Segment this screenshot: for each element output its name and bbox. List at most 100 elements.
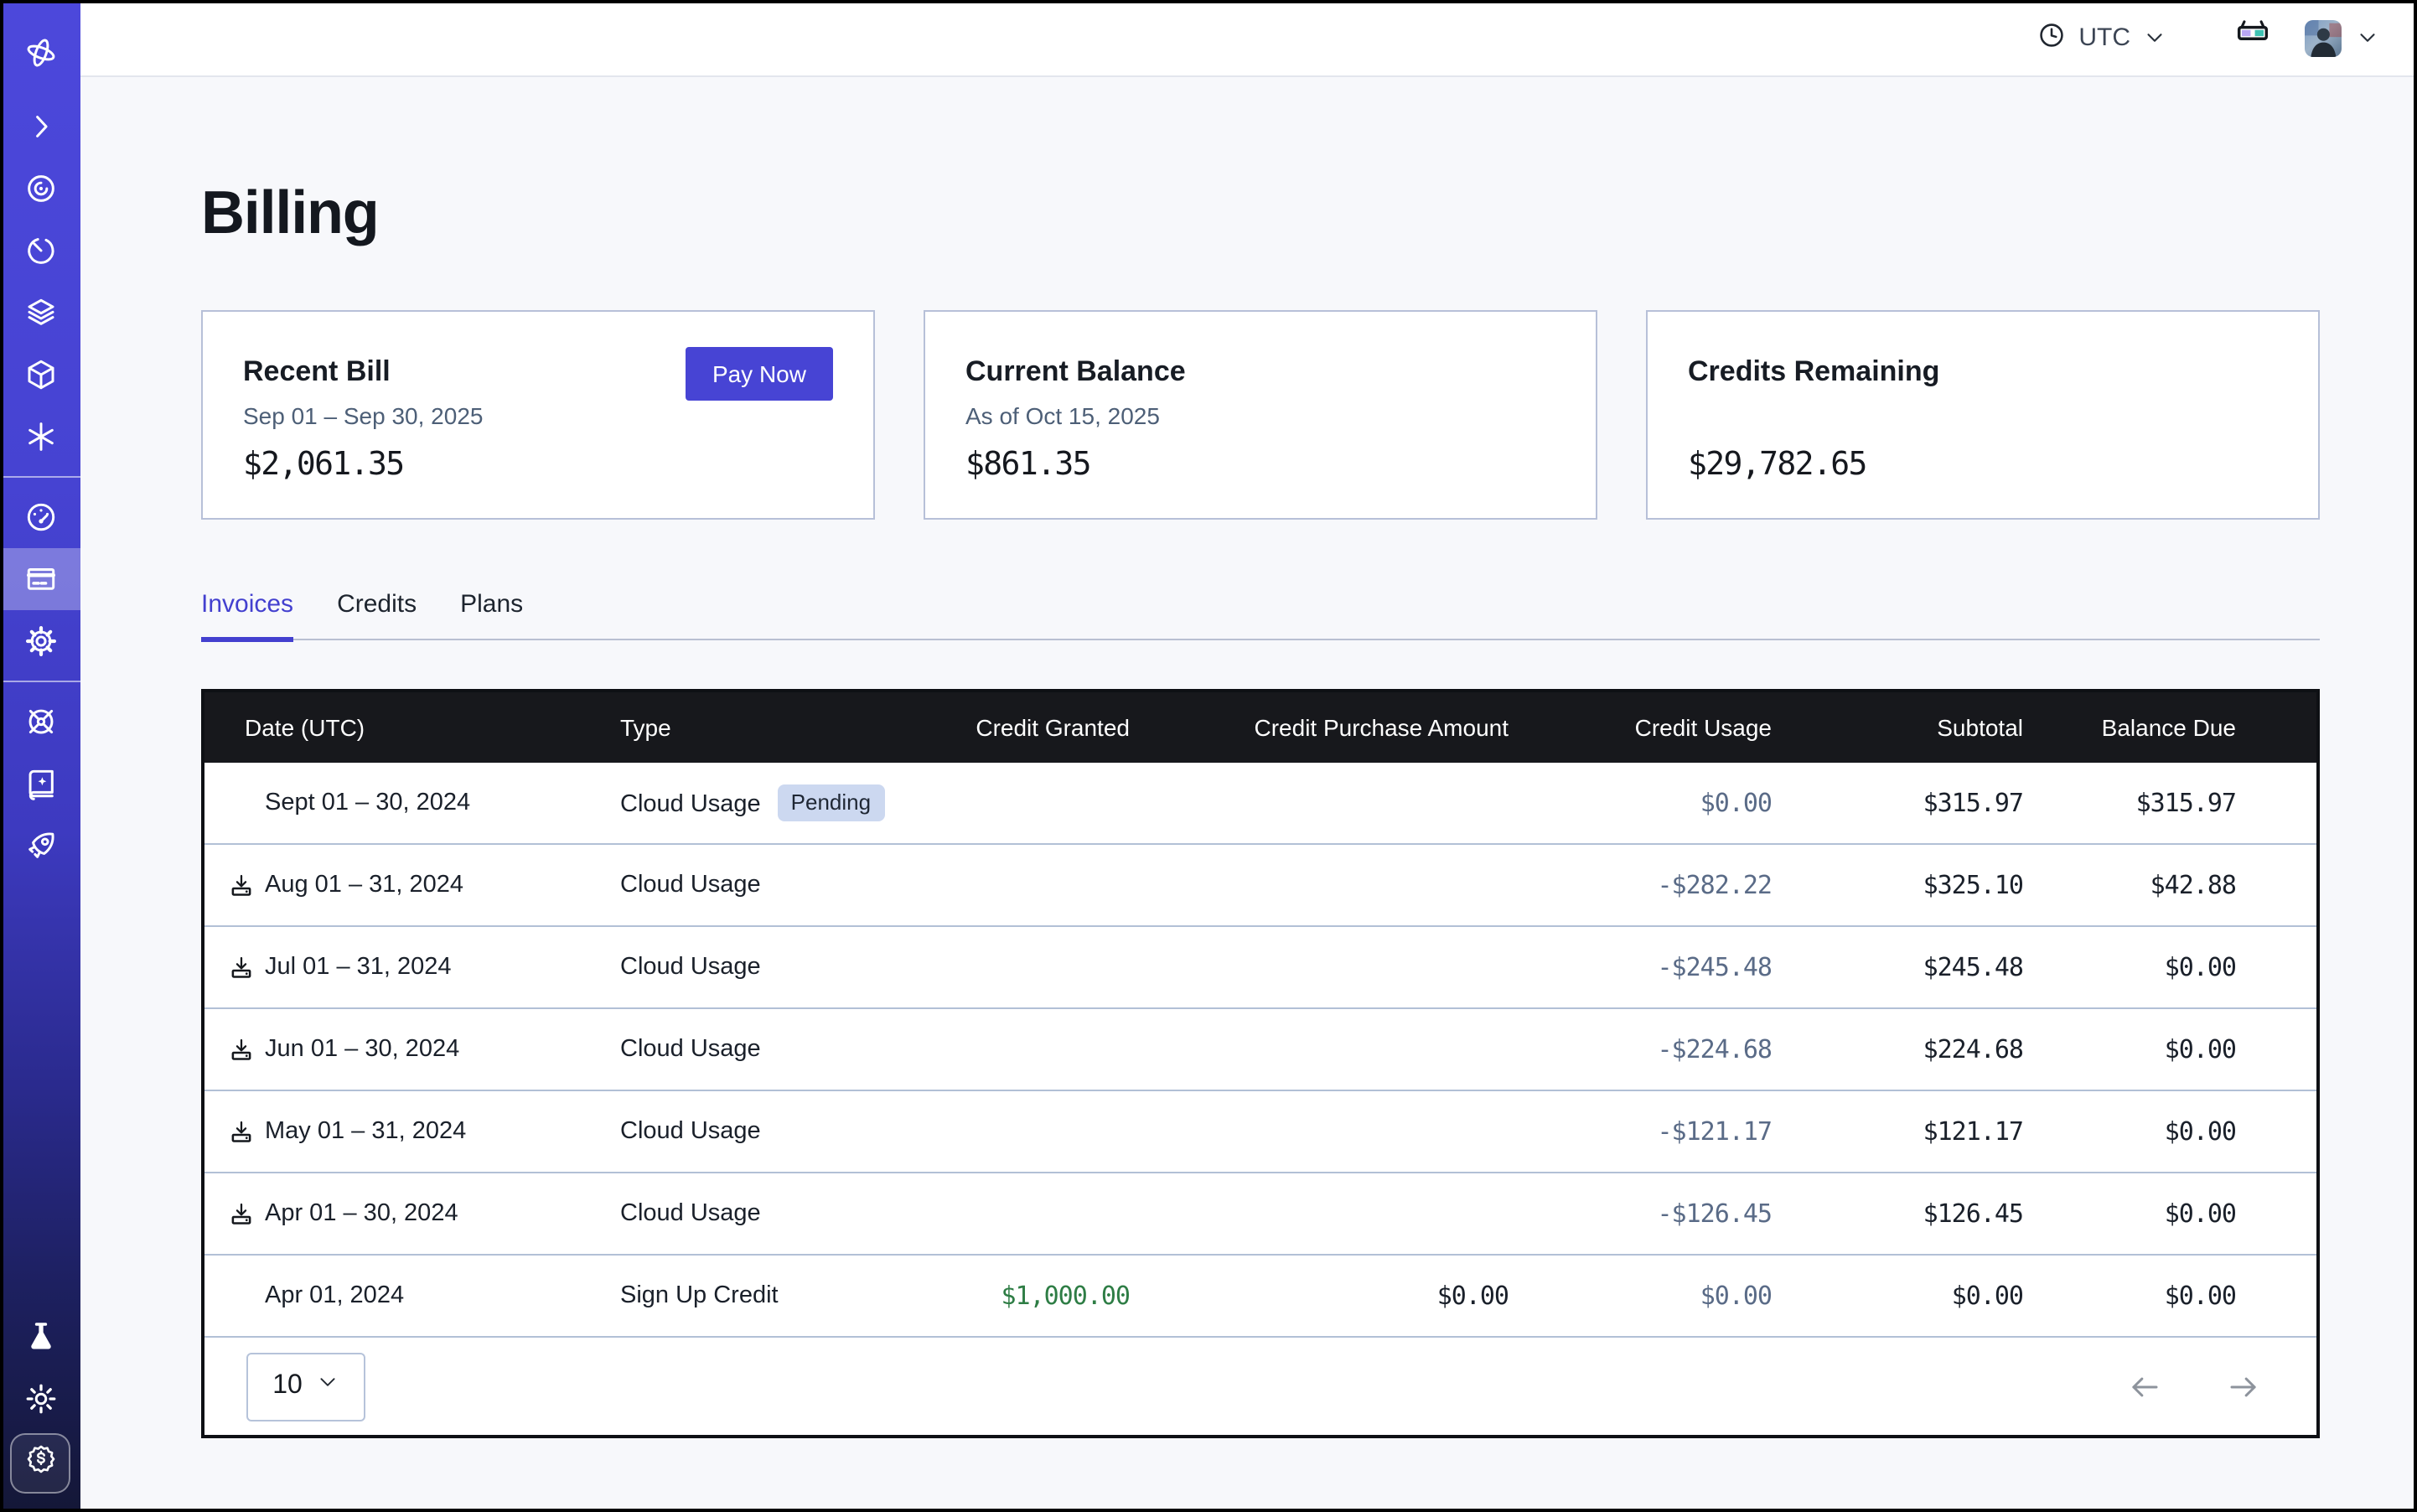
sidebar-item-layers[interactable] [0, 282, 80, 344]
sidebar-item-expand-sidebar[interactable] [0, 96, 80, 158]
sidebar-item-services[interactable] [0, 406, 80, 468]
monitor-icon [23, 171, 58, 206]
timezone-label: UTC [2078, 23, 2130, 52]
logo-icon [23, 34, 58, 70]
sidebar-item-labs[interactable] [0, 1306, 80, 1368]
sidebar-item-quickstart[interactable] [0, 815, 80, 877]
3d-glasses-icon[interactable] [2234, 15, 2271, 60]
sidebar-item-credits[interactable] [10, 1433, 70, 1494]
credit-usage-value: -$282.22 [1509, 844, 1772, 926]
chevron-down-icon [318, 1371, 339, 1401]
page-title: Billing [201, 176, 2417, 248]
sidebar-item-deployments[interactable] [0, 344, 80, 406]
subtotal-value: $121.17 [1772, 1090, 2023, 1173]
tab-plans[interactable]: Plans [460, 575, 523, 639]
credit-purchase-value [1130, 844, 1509, 926]
current-balance-card: Current Balance As of Oct 15, 2025 $861.… [924, 310, 1597, 520]
subtotal-value: $245.48 [1772, 926, 2023, 1008]
credit-purchase-value [1130, 763, 1509, 844]
status-badge: Pending [778, 784, 884, 821]
sidebar-item-history[interactable] [0, 220, 80, 282]
balance-due-value: $42.88 [2023, 844, 2316, 926]
invoice-date: Sept 01 – 30, 2024 [265, 790, 470, 816]
table-header: Date (UTC) Type Credit Granted Credit Pu… [204, 692, 2316, 763]
invoice-type: Cloud Usage [620, 1036, 761, 1063]
download-invoice-icon[interactable] [228, 1118, 255, 1145]
sidebar-item-settings[interactable] [0, 610, 80, 672]
col-type: Type [620, 692, 925, 763]
flask-icon [23, 1319, 58, 1354]
pay-now-button[interactable]: Pay Now [686, 347, 833, 401]
download-slot-empty [228, 790, 255, 816]
timezone-selector[interactable]: UTC [2037, 19, 2167, 56]
sidebar-item-logo[interactable] [0, 18, 80, 85]
col-credit-granted: Credit Granted [925, 692, 1130, 763]
avatar[interactable] [2305, 19, 2342, 56]
invoice-row: Jun 01 – 30, 2024Cloud Usage-$224.68$224… [204, 1008, 2316, 1090]
col-credit-purchase: Credit Purchase Amount [1130, 692, 1509, 763]
invoice-type: Cloud Usage [620, 1200, 761, 1227]
invoice-type: Sign Up Credit [620, 1282, 779, 1309]
sidebar-item-theme-toggle[interactable] [0, 1368, 80, 1430]
content: Billing Recent Bill Sep 01 – Sep 30, 202… [80, 77, 2417, 1512]
invoice-row: Sept 01 – 30, 2024 Cloud Usage Pending $0.0… [204, 763, 2316, 844]
credit-granted-value: $1,000.00 [925, 1255, 1130, 1336]
billing-icon [23, 562, 58, 597]
sidebar-item-billing[interactable] [0, 548, 80, 610]
invoice-type: Cloud Usage [620, 1118, 761, 1145]
credit-usage-value: -$121.17 [1509, 1090, 1772, 1173]
gauge-icon [23, 500, 58, 535]
sidebar-spacer [0, 877, 80, 1306]
sidebar-item-monitoring[interactable] [0, 158, 80, 220]
invoice-date: Aug 01 – 31, 2024 [265, 872, 463, 898]
page-size-select[interactable]: 10 [246, 1352, 365, 1421]
rocket-icon [23, 828, 58, 863]
credit-usage-value: $0.00 [1509, 1255, 1772, 1336]
invoice-date: Jun 01 – 30, 2024 [265, 1036, 459, 1063]
card-title: Current Balance [965, 355, 1555, 389]
download-invoice-icon[interactable] [228, 1036, 255, 1063]
col-balance-due: Balance Due [2023, 692, 2316, 763]
download-invoice-icon[interactable] [228, 872, 255, 898]
card-subtitle: Sep 01 – Sep 30, 2025 [243, 402, 833, 429]
card-subtitle: As of Oct 15, 2025 [965, 402, 1555, 429]
credit-purchase-value [1130, 1173, 1509, 1255]
credit-purchase-value [1130, 926, 1509, 1008]
clock-icon [2037, 19, 2067, 56]
sidebar-item-docs[interactable] [0, 753, 80, 815]
billing-page: UTC Billing Recent Bill Sep 01 – Sep 30,… [0, 0, 2417, 1512]
chevron-down-icon [2355, 25, 2380, 50]
invoice-date: Apr 01 – 30, 2024 [265, 1200, 458, 1227]
invoice-type: Cloud Usage [620, 954, 761, 981]
col-date: Date (UTC) [204, 692, 620, 763]
tab-credits[interactable]: Credits [337, 575, 417, 639]
pagination-controls [2127, 1369, 2275, 1404]
balance-due-value: $0.00 [2023, 1255, 2316, 1336]
invoice-row: Jul 01 – 31, 2024Cloud Usage-$245.48$245… [204, 926, 2316, 1008]
credit-granted-value [925, 763, 1130, 844]
prev-page-button[interactable] [2127, 1369, 2162, 1404]
sidebar [0, 0, 80, 1512]
sidebar-divider [0, 681, 80, 682]
tab-invoices[interactable]: Invoices [201, 575, 293, 639]
credit-granted-value [925, 844, 1130, 926]
download-invoice-icon[interactable] [228, 1200, 255, 1227]
sidebar-divider [0, 476, 80, 478]
sidebar-item-usage[interactable] [0, 486, 80, 548]
credit-granted-value [925, 926, 1130, 1008]
download-invoice-icon[interactable] [228, 954, 255, 981]
history-icon [23, 233, 58, 268]
page-size-value: 10 [272, 1371, 303, 1401]
invoice-row: Aug 01 – 31, 2024Cloud Usage-$282.22$325… [204, 844, 2316, 926]
dollar-badge-icon [23, 1442, 58, 1485]
invoice-type: Cloud Usage [620, 791, 761, 818]
invoice-date: Apr 01, 2024 [265, 1282, 404, 1309]
account-menu[interactable] [2305, 19, 2380, 56]
next-page-button[interactable] [2226, 1369, 2261, 1404]
chevron-right-icon [23, 109, 58, 144]
recent-bill-card: Recent Bill Sep 01 – Sep 30, 2025 $2,061… [201, 310, 875, 520]
sidebar-item-community[interactable] [0, 691, 80, 753]
subtotal-value: $315.97 [1772, 763, 2023, 844]
credit-usage-value: $0.00 [1509, 763, 1772, 844]
invoice-date: May 01 – 31, 2024 [265, 1118, 466, 1145]
